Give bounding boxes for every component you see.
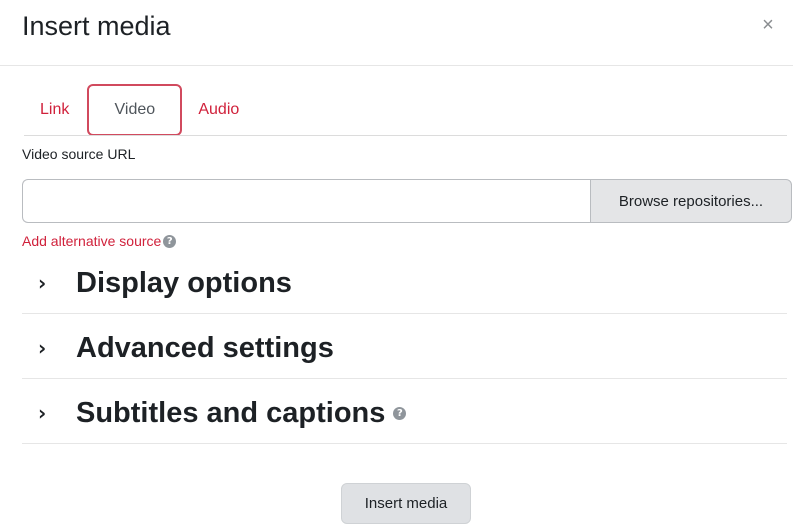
help-icon[interactable]: ? (393, 406, 407, 420)
insert-media-button[interactable]: Insert media (341, 483, 471, 524)
section-title: Display options (76, 266, 292, 299)
section-title: Subtitles and captions (76, 396, 386, 429)
chevron-right-icon: › (38, 271, 47, 295)
section-subtitles-captions[interactable]: › Subtitles and captions ? (38, 393, 787, 433)
chevron-right-icon: › (38, 401, 47, 425)
tab-video[interactable]: Video (87, 84, 183, 136)
video-source-group: Browse repositories... (22, 179, 792, 223)
section-divider (22, 443, 787, 444)
tab-audio[interactable]: Audio (184, 84, 253, 136)
add-alternative-source-link[interactable]: Add alternative source (22, 233, 161, 249)
section-display-options[interactable]: › Display options (38, 263, 787, 303)
media-tabs: Link Video Audio (28, 84, 253, 136)
help-icon[interactable]: ? (163, 234, 177, 248)
header-divider (0, 65, 793, 66)
browse-repositories-button[interactable]: Browse repositories... (590, 179, 792, 223)
video-source-label: Video source URL (22, 146, 136, 162)
tab-link[interactable]: Link (28, 84, 83, 136)
tabs-divider (24, 135, 787, 136)
dialog-title: Insert media (22, 11, 171, 41)
video-source-input[interactable] (22, 179, 590, 223)
section-advanced-settings[interactable]: › Advanced settings (38, 328, 787, 368)
section-divider (22, 378, 787, 379)
close-icon[interactable]: × (757, 14, 779, 36)
section-divider (22, 313, 787, 314)
alternative-source-row: Add alternative source ? (22, 233, 177, 249)
section-title: Advanced settings (76, 331, 334, 364)
chevron-right-icon: › (38, 336, 47, 360)
